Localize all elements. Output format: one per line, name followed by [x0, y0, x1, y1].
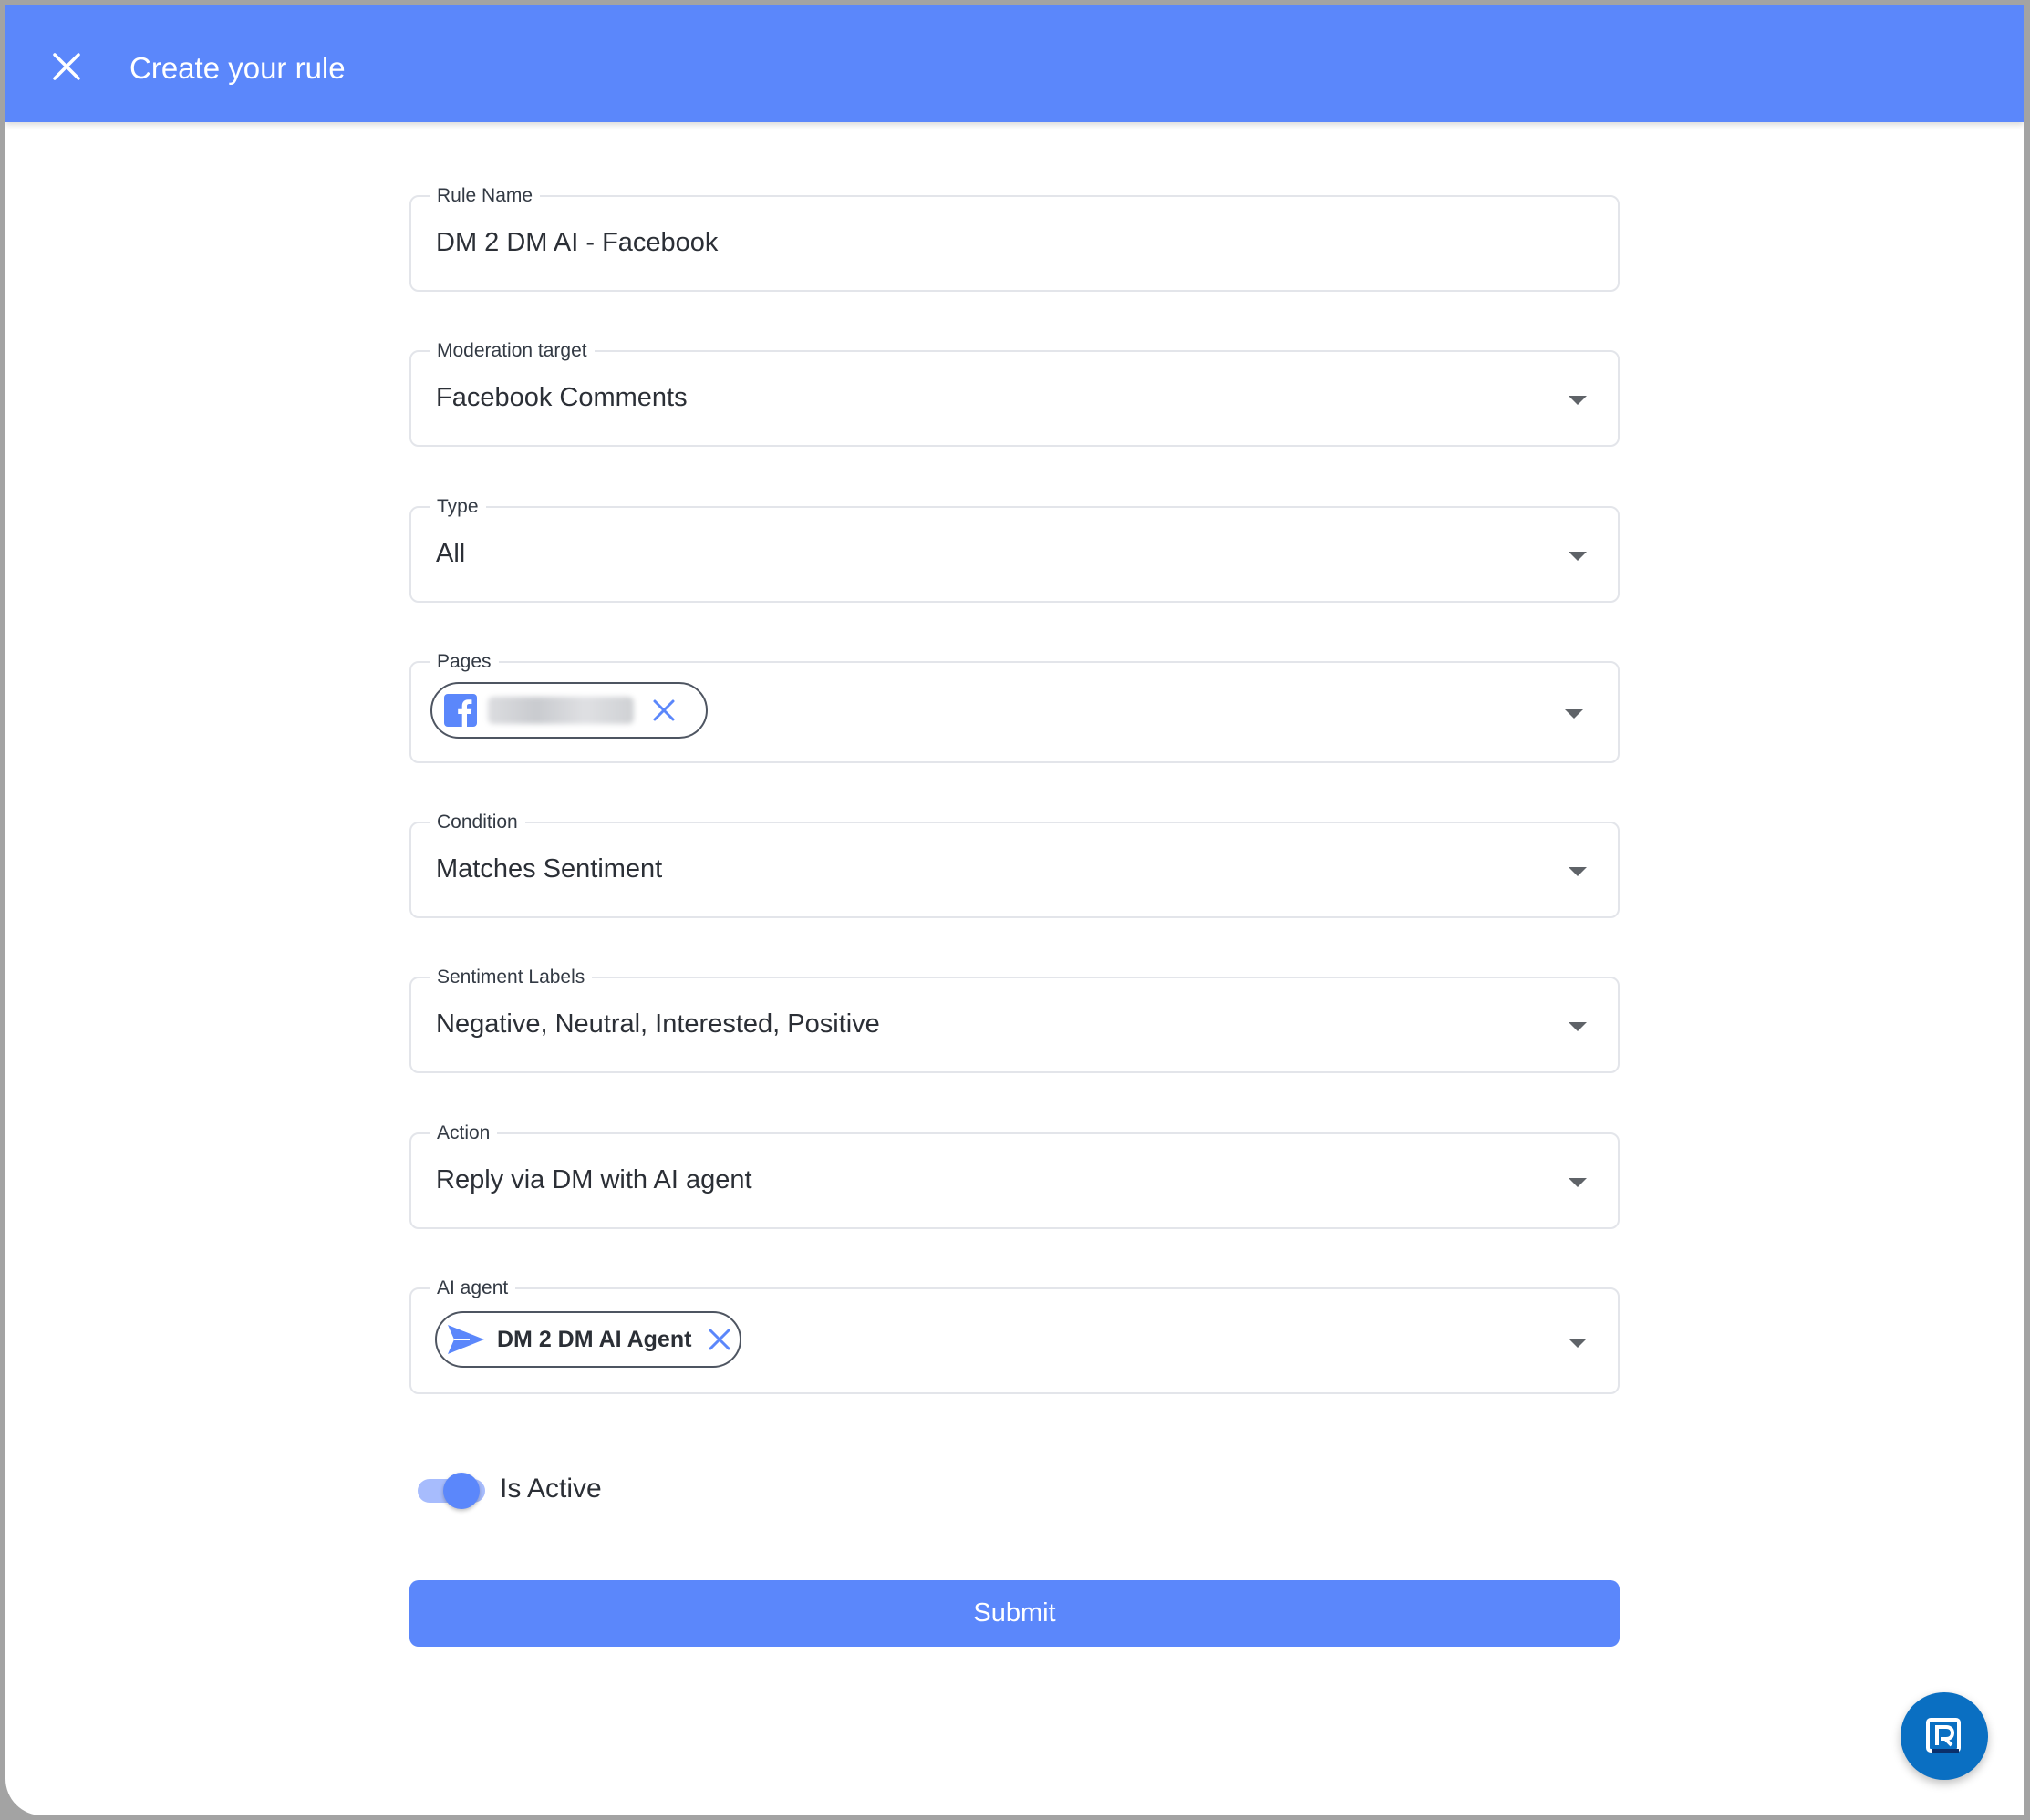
page-name-redacted: [488, 697, 634, 724]
ai-agent-chip[interactable]: DM 2 DM AI Agent: [435, 1311, 741, 1368]
condition-label: Condition: [430, 807, 525, 838]
ai-agent-select[interactable]: AI agent DM 2 DM AI Agent: [409, 1273, 1620, 1394]
chevron-down-icon[interactable]: [1569, 552, 1587, 561]
chevron-down-icon[interactable]: [1569, 1339, 1587, 1348]
dialog-window: Create your rule Rule Name DM 2 DM AI - …: [5, 5, 2024, 1815]
sentiment-labels-select[interactable]: Sentiment Labels Negative, Neutral, Inte…: [409, 962, 1620, 1073]
pages-label: Pages: [430, 646, 499, 677]
moderation-target-select[interactable]: Moderation target Facebook Comments: [409, 336, 1620, 447]
facebook-icon: [444, 694, 477, 727]
page-title: Create your rule: [129, 51, 346, 85]
action-value: Reply via DM with AI agent: [436, 1165, 752, 1194]
chevron-down-icon[interactable]: [1569, 1022, 1587, 1031]
close-icon: [53, 53, 80, 80]
condition-value: Matches Sentiment: [436, 854, 663, 884]
chevron-down-icon[interactable]: [1569, 396, 1587, 405]
dialog-header: Create your rule: [5, 5, 2024, 122]
moderation-target-label: Moderation target: [430, 336, 595, 367]
toggle-knob[interactable]: [443, 1473, 480, 1509]
type-label: Type: [430, 491, 486, 522]
chevron-down-icon[interactable]: [1565, 709, 1583, 719]
is-active-label: Is Active: [500, 1474, 602, 1504]
chat-widget-button[interactable]: [1901, 1692, 1988, 1780]
chevron-down-icon[interactable]: [1569, 1178, 1587, 1187]
rule-name-label: Rule Name: [430, 181, 541, 212]
ai-agent-label: AI agent: [430, 1273, 516, 1304]
condition-select[interactable]: Condition Matches Sentiment: [409, 807, 1620, 918]
page-chip[interactable]: [430, 682, 708, 739]
sentiment-labels-label: Sentiment Labels: [430, 962, 593, 993]
action-select[interactable]: Action Reply via DM with AI agent: [409, 1118, 1620, 1229]
submit-button[interactable]: Submit: [409, 1580, 1620, 1647]
remove-chip-icon[interactable]: [652, 698, 676, 722]
ai-agent-chip-label: DM 2 DM AI Agent: [497, 1326, 692, 1352]
remove-chip-icon[interactable]: [708, 1328, 731, 1351]
pages-select[interactable]: Pages: [409, 646, 1620, 763]
type-select[interactable]: Type All: [409, 491, 1620, 603]
action-label: Action: [430, 1118, 498, 1149]
send-icon: [448, 1325, 484, 1354]
rule-name-field[interactable]: Rule Name DM 2 DM AI - Facebook: [409, 181, 1620, 292]
moderation-target-value: Facebook Comments: [436, 383, 688, 412]
brand-logo-icon: [1926, 1718, 1961, 1753]
rule-name-input[interactable]: DM 2 DM AI - Facebook: [436, 228, 718, 258]
close-button[interactable]: [42, 42, 91, 91]
sentiment-labels-value: Negative, Neutral, Interested, Positive: [436, 1009, 880, 1039]
chevron-down-icon[interactable]: [1569, 867, 1587, 876]
type-value: All: [436, 539, 466, 568]
